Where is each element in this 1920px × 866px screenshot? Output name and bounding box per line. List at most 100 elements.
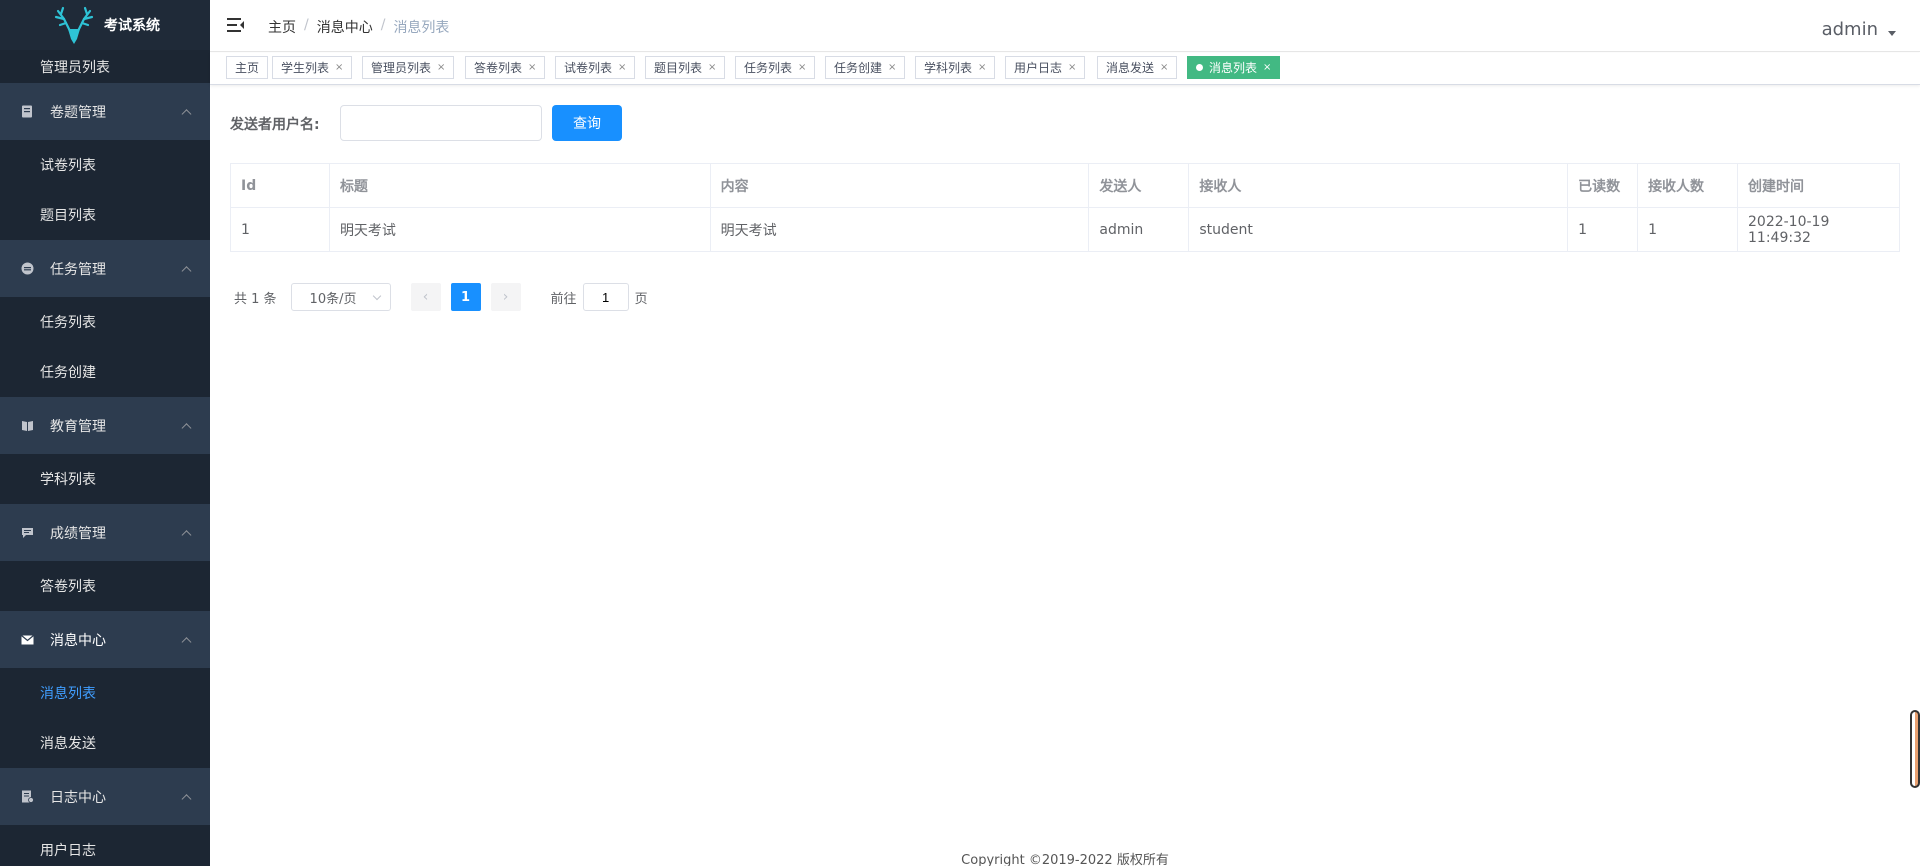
sender-username-input[interactable] <box>340 105 542 141</box>
close-icon[interactable]: × <box>798 62 806 73</box>
copyright-footer: Copyright ©2019-2022 版权所有 <box>961 853 1169 866</box>
sidebar-item-user-log[interactable]: 用户日志 <box>0 825 210 866</box>
sidebar-group-task[interactable]: 任务管理 <box>0 240 210 297</box>
close-icon[interactable]: × <box>1263 62 1271 73</box>
next-page-button[interactable]: › <box>490 283 521 311</box>
tag-label: 试卷列表 <box>564 61 613 75</box>
hamburger-icon[interactable] <box>227 17 245 33</box>
tag-label: 消息列表 <box>1209 61 1258 75</box>
sidebar-group-label: 成绩管理 <box>50 525 106 542</box>
tag-user-log[interactable]: 用户日志 × <box>1005 56 1086 79</box>
tag-home[interactable]: 主页 <box>226 56 269 79</box>
message-table: Id 标题 内容 发送人 接收人 已读数 接收人数 创建时间 1 明天考试 明天… <box>230 163 1900 252</box>
tag-label: 用户日志 <box>1014 61 1063 75</box>
logo[interactable]: 考试系统 <box>0 0 210 50</box>
column-header-read-count: 已读数 <box>1567 163 1639 208</box>
breadcrumb-message-center[interactable]: 消息中心 <box>317 17 373 37</box>
tag-student-list[interactable]: 学生列表 × <box>272 56 353 79</box>
sidebar-item-message-list[interactable]: 消息列表 <box>0 668 210 718</box>
tag-message-send[interactable]: 消息发送 × <box>1097 56 1178 79</box>
user-dropdown[interactable]: admin <box>1822 19 1896 40</box>
close-icon[interactable]: × <box>528 62 536 73</box>
sidebar-group-exam[interactable]: 卷题管理 <box>0 83 210 140</box>
column-header-content: 内容 <box>709 163 1090 208</box>
chevron-up-icon <box>181 529 192 540</box>
sidebar-item-task-create[interactable]: 任务创建 <box>0 347 210 397</box>
sidebar-group-label: 教育管理 <box>50 418 106 435</box>
sidebar-item-message-send[interactable]: 消息发送 <box>0 718 210 768</box>
chevron-down-icon <box>372 291 381 300</box>
tag-task-list[interactable]: 任务列表 × <box>735 56 816 79</box>
sidebar-item-admin-list[interactable]: 管理员列表 <box>0 50 210 83</box>
close-icon[interactable]: × <box>708 62 716 73</box>
close-icon[interactable]: × <box>1068 62 1076 73</box>
sidebar-group-log[interactable]: 日志中心 <box>0 768 210 825</box>
pagination-total: 共 1 条 <box>234 291 277 307</box>
sidebar-item-answer-list[interactable]: 答卷列表 <box>0 561 210 611</box>
sidebar-item-label: 试卷列表 <box>40 158 96 174</box>
goto-page-input[interactable] <box>582 283 629 311</box>
page-number-current[interactable]: 1 <box>450 283 481 311</box>
sidebar-item-label: 任务列表 <box>40 315 96 331</box>
goto-page: 前往 页 <box>551 283 648 311</box>
tag-label: 题目列表 <box>654 61 703 75</box>
tag-admin-list[interactable]: 管理员列表 × <box>362 56 455 79</box>
table-row[interactable]: 1 明天考试 明天考试 admin student 1 1 2022-10-19… <box>230 207 1900 252</box>
close-icon[interactable]: × <box>978 62 986 73</box>
column-header-id: Id <box>230 163 330 208</box>
chevron-up-icon <box>181 422 192 433</box>
document-icon <box>20 105 34 119</box>
sidebar-item-label: 消息列表 <box>40 686 96 702</box>
deer-logo-icon <box>54 6 94 44</box>
tag-label: 管理员列表 <box>371 61 432 75</box>
close-icon[interactable]: × <box>335 62 343 73</box>
tags-view: 主页 学生列表 × 管理员列表 × 答卷列表 × 试卷列表 × 题目列表 × 任务列表 × … <box>210 53 1920 85</box>
breadcrumb: 主页 / 消息中心 / 消息列表 <box>268 17 449 37</box>
username: admin <box>1821 19 1878 40</box>
tag-task-create[interactable]: 任务创建 × <box>825 56 906 79</box>
scrollbar-thumb[interactable] <box>1910 710 1920 788</box>
sidebar-group-score[interactable]: 成绩管理 <box>0 504 210 561</box>
cell-read-count: 1 <box>1567 207 1639 252</box>
column-header-create-time: 创建时间 <box>1737 163 1900 208</box>
breadcrumb-home[interactable]: 主页 <box>268 17 296 37</box>
sidebar-item-label: 学科列表 <box>40 472 96 488</box>
column-header-title: 标题 <box>328 163 711 208</box>
page-size-select[interactable]: 10条/页 <box>290 283 391 311</box>
close-icon[interactable]: × <box>1160 62 1168 73</box>
sidebar-item-question-list[interactable]: 题目列表 <box>0 190 210 240</box>
sidebar-group-label: 任务管理 <box>50 261 106 278</box>
sidebar-item-subject-list[interactable]: 学科列表 <box>0 454 210 504</box>
prev-page-button[interactable]: ‹ <box>410 283 441 311</box>
tag-paper-list[interactable]: 试卷列表 × <box>555 56 636 79</box>
tag-question-list[interactable]: 题目列表 × <box>645 56 726 79</box>
chat-icon <box>20 526 34 540</box>
breadcrumb-separator: / <box>304 17 309 33</box>
close-icon[interactable]: × <box>888 62 896 73</box>
goto-prefix: 前往 <box>550 291 577 307</box>
sidebar: 考试系统 管理员列表 卷题管理 试卷列表 题目列表 任务管理 任务列表 任务创建… <box>0 0 210 866</box>
cell-id: 1 <box>230 207 330 252</box>
sidebar-item-label: 用户日志 <box>40 843 96 859</box>
cell-content: 明天考试 <box>709 207 1090 252</box>
sidebar-item-task-list[interactable]: 任务列表 <box>0 297 210 347</box>
table-header-row: Id 标题 内容 发送人 接收人 已读数 接收人数 创建时间 <box>230 163 1900 208</box>
sidebar-item-label: 管理员列表 <box>40 59 110 76</box>
sidebar-group-message[interactable]: 消息中心 <box>0 611 210 668</box>
sidebar-group-label: 日志中心 <box>50 789 106 806</box>
top-navbar: 主页 / 消息中心 / 消息列表 admin <box>210 0 1920 52</box>
cell-title: 明天考试 <box>328 207 711 252</box>
chevron-up-icon <box>181 793 192 804</box>
pagination: 共 1 条 10条/页 ‹ 1 › 前往 页 <box>234 283 648 311</box>
app-title: 考试系统 <box>104 18 160 34</box>
close-icon[interactable]: × <box>618 62 626 73</box>
mail-icon <box>20 633 34 647</box>
active-dot-icon <box>1196 64 1203 71</box>
sidebar-item-paper-list[interactable]: 试卷列表 <box>0 140 210 190</box>
tag-message-list[interactable]: 消息列表 × <box>1187 56 1281 79</box>
sidebar-group-education[interactable]: 教育管理 <box>0 397 210 454</box>
close-icon[interactable]: × <box>437 62 445 73</box>
search-button[interactable]: 查询 <box>552 105 622 141</box>
tag-subject-list[interactable]: 学科列表 × <box>915 56 996 79</box>
tag-answer-list[interactable]: 答卷列表 × <box>465 56 546 79</box>
